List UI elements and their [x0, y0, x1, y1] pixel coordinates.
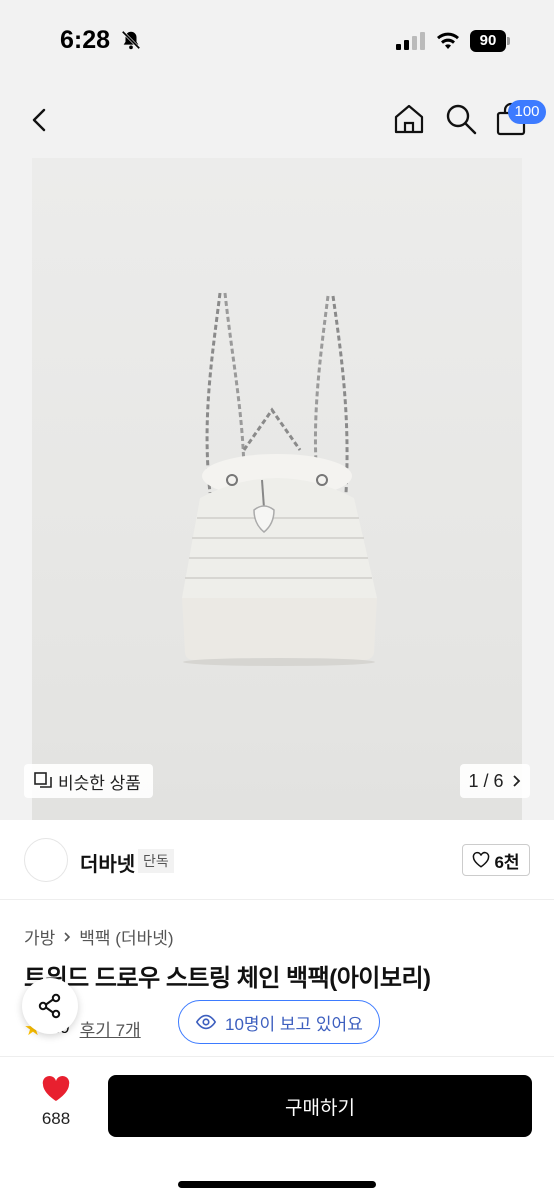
- similar-icon: [34, 772, 52, 788]
- bell-muted-icon: [121, 30, 141, 50]
- heart-outline-icon: [473, 851, 490, 868]
- pager-text: 1 / 6: [468, 770, 504, 791]
- top-nav: [0, 80, 554, 158]
- search-icon[interactable]: [444, 102, 478, 136]
- battery-tip: [507, 37, 510, 45]
- home-icon[interactable]: [392, 102, 426, 136]
- back-icon[interactable]: [24, 104, 56, 136]
- bottom-action-bar: 688 구매하기: [0, 1056, 554, 1200]
- brand-like-count: 6천: [494, 852, 520, 872]
- chevron-right-icon: [512, 775, 520, 787]
- wishlist-count: 688: [41, 1109, 71, 1128]
- signal-icon: [396, 32, 425, 50]
- similar-products-button[interactable]: 비슷한 상품: [24, 764, 153, 798]
- exclusive-tag: 단독: [138, 849, 174, 873]
- viewers-indicator: 10명이 보고 있어요: [178, 1000, 380, 1044]
- bag-illustration: [182, 292, 377, 666]
- share-button[interactable]: [22, 978, 78, 1034]
- similar-products-label: 비슷한 상품: [58, 773, 141, 793]
- eye-icon: [195, 1014, 217, 1030]
- brand-name[interactable]: 더바넷: [80, 848, 135, 877]
- reviews-link[interactable]: 후기 7개: [80, 1016, 141, 1041]
- status-bar: 6:28 90: [0, 0, 554, 80]
- cart-count-badge: 100: [508, 100, 546, 124]
- brand-like-button[interactable]: 6천: [462, 844, 530, 876]
- brand-row[interactable]: 더바넷 단독 6천: [0, 820, 554, 900]
- chevron-right-icon: [64, 931, 71, 942]
- product-image-carousel[interactable]: 비슷한 상품 1 / 6: [0, 158, 554, 820]
- product-photo[interactable]: [32, 158, 522, 820]
- share-icon: [38, 993, 61, 1019]
- status-time: 6:28: [60, 26, 111, 54]
- breadcrumb-item[interactable]: 백팩 (더바넷): [79, 924, 173, 949]
- brand-logo[interactable]: [24, 838, 68, 882]
- battery-indicator: 90: [470, 30, 506, 52]
- breadcrumb: 가방 백팩 (더바넷): [24, 924, 174, 949]
- buy-button[interactable]: 구매하기: [108, 1075, 532, 1137]
- heart-filled-icon: [42, 1076, 70, 1101]
- wishlist-button[interactable]: 688: [30, 1075, 82, 1135]
- image-pager[interactable]: 1 / 6: [460, 764, 530, 798]
- wifi-icon: [437, 32, 459, 49]
- home-indicator[interactable]: [178, 1181, 376, 1188]
- breadcrumb-item[interactable]: 가방: [24, 924, 55, 949]
- viewers-text: 10명이 보고 있어요: [225, 1014, 363, 1034]
- product-title: 트위드 드로우 스트링 체인 백팩(아이보리): [24, 965, 431, 992]
